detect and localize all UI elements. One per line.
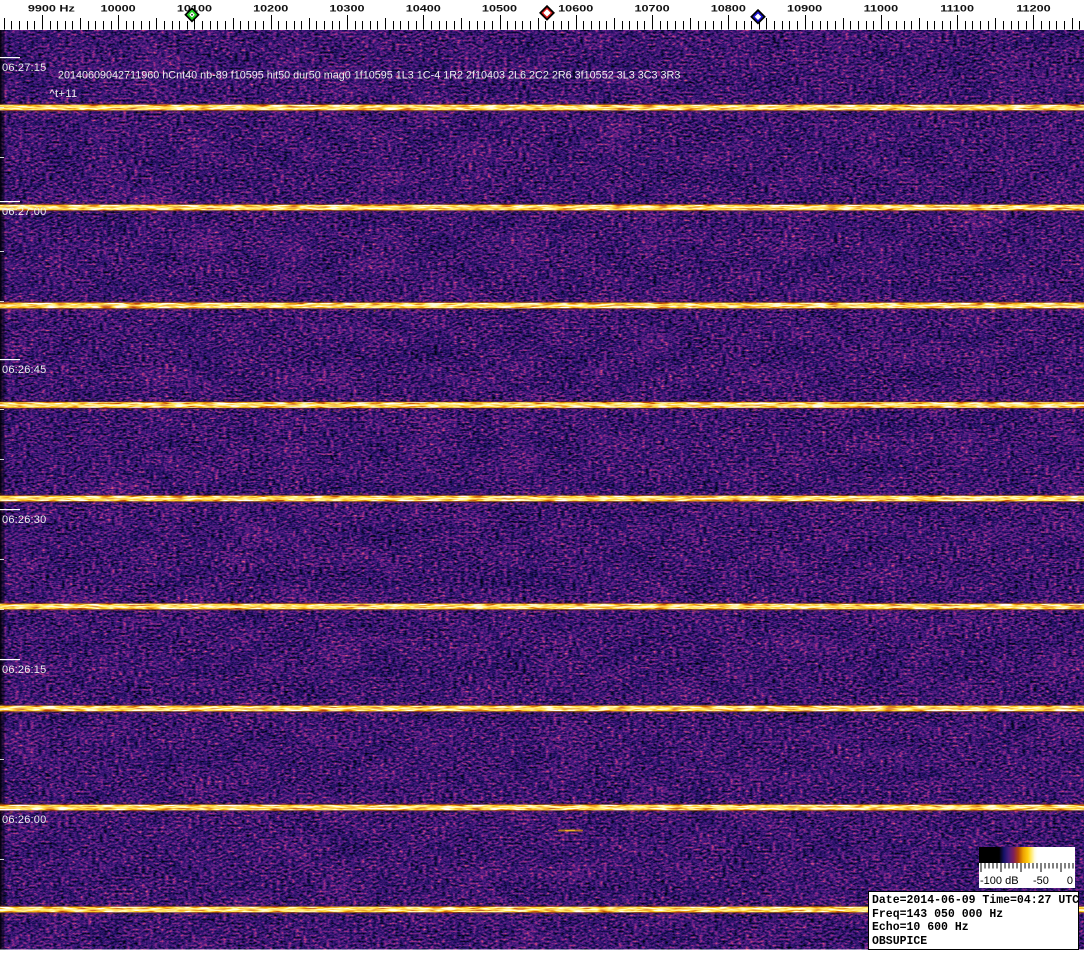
svg-text:Hz: Hz bbox=[59, 4, 75, 14]
svg-text:10800: 10800 bbox=[711, 4, 746, 14]
svg-text:10000: 10000 bbox=[101, 4, 136, 14]
svg-text:10900: 10900 bbox=[787, 4, 822, 14]
svg-text:06:26:45: 06:26:45 bbox=[2, 364, 46, 376]
svg-text:10400: 10400 bbox=[406, 4, 441, 14]
svg-text:20140609042711960 hCnt40 nb-89: 20140609042711960 hCnt40 nb-89 f10595 hi… bbox=[58, 70, 680, 82]
svg-text:^t+11: ^t+11 bbox=[50, 88, 78, 100]
svg-text:11100: 11100 bbox=[940, 4, 974, 14]
svg-text:11200: 11200 bbox=[1016, 4, 1050, 14]
svg-text:10200: 10200 bbox=[253, 4, 288, 14]
svg-text:11000: 11000 bbox=[864, 4, 898, 14]
svg-text:10600: 10600 bbox=[558, 4, 593, 14]
svg-text:9900: 9900 bbox=[28, 4, 56, 14]
svg-text:06:26:30: 06:26:30 bbox=[2, 514, 46, 526]
svg-text:06:27:15: 06:27:15 bbox=[2, 62, 46, 74]
svg-text:06:26:00: 06:26:00 bbox=[2, 814, 46, 826]
svg-text:06:26:15: 06:26:15 bbox=[2, 664, 46, 676]
svg-text:06:27:00: 06:27:00 bbox=[2, 206, 46, 218]
svg-text:10300: 10300 bbox=[329, 4, 364, 14]
svg-text:10500: 10500 bbox=[482, 4, 517, 14]
svg-text:10700: 10700 bbox=[635, 4, 670, 14]
